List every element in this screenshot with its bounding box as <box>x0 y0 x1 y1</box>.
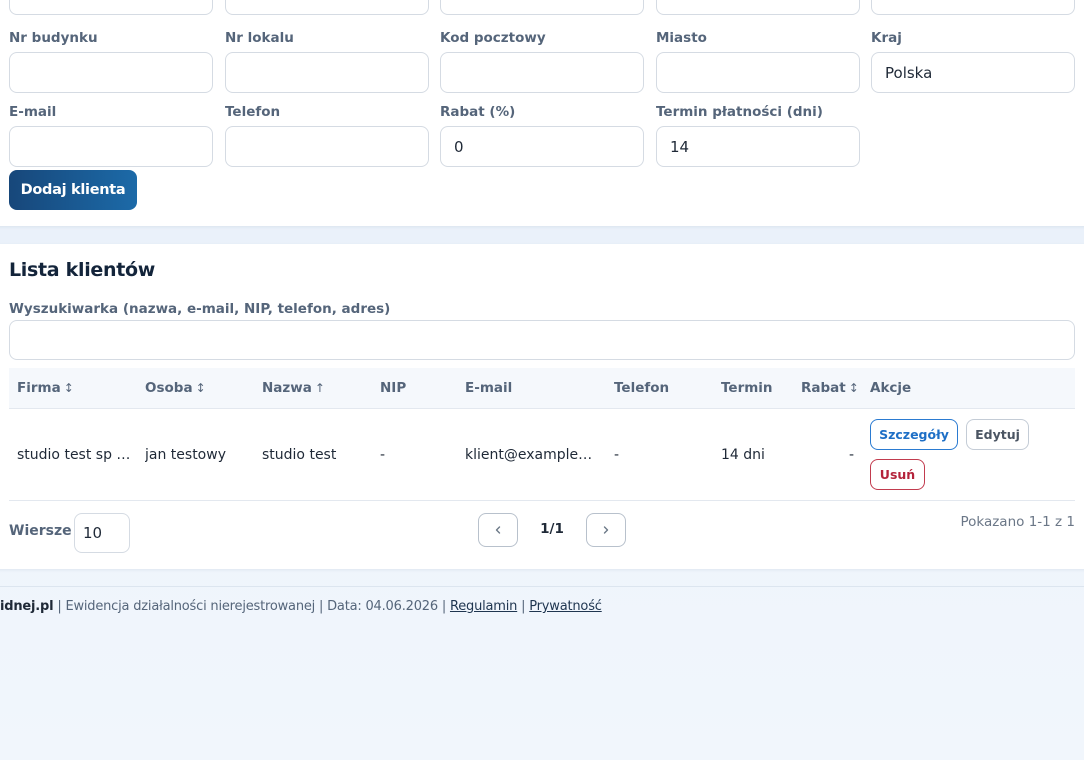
search-input[interactable] <box>9 320 1075 360</box>
client-list-title: Lista klientów <box>9 259 156 281</box>
cell-email: klient@example.com <box>465 447 595 463</box>
next-page-button[interactable] <box>586 513 626 547</box>
cell-company: studio test sp z o.o. <box>17 447 135 463</box>
postal-code-field-group: Kod pocztowy <box>440 29 644 93</box>
footer-separator: | <box>315 599 328 614</box>
footer-separator: | <box>517 599 530 614</box>
previous-row-input-2[interactable] <box>225 0 429 15</box>
building-number-field-group: Nr budynku <box>9 29 213 93</box>
footer-separator: | <box>437 599 450 614</box>
column-header-actions: Akcje <box>870 380 912 396</box>
terms-link[interactable]: Regulamin <box>450 599 517 614</box>
city-label: Miasto <box>656 30 707 46</box>
postal-code-input[interactable] <box>440 52 644 93</box>
discount-input[interactable] <box>440 126 644 167</box>
payment-term-field-group: Termin płatności (dni) <box>656 103 860 167</box>
page-indicator: 1/1 <box>540 521 564 537</box>
postal-code-label: Kod pocztowy <box>440 30 546 46</box>
building-number-input[interactable] <box>9 52 213 93</box>
column-header-discount[interactable]: Rabat ↕ <box>801 368 859 409</box>
email-input[interactable] <box>9 126 213 167</box>
footer: idnej.pl | Ewidencja działalności nierej… <box>0 599 602 614</box>
phone-label: Telefon <box>225 104 281 120</box>
footer-divider <box>0 586 1084 587</box>
previous-row-input-3[interactable] <box>440 0 644 15</box>
sort-both-icon: ↕ <box>195 381 206 395</box>
payment-term-label: Termin płatności (dni) <box>656 104 823 120</box>
cell-term: 14 dni <box>721 447 765 463</box>
previous-page-button[interactable] <box>478 513 518 547</box>
column-header-email: E-mail <box>465 380 513 396</box>
country-label: Kraj <box>871 30 902 46</box>
cell-phone: - <box>614 447 620 463</box>
country-field-group: Kraj <box>871 29 1075 93</box>
phone-input[interactable] <box>225 126 429 167</box>
delete-button[interactable]: Usuń <box>870 459 925 490</box>
cell-person: jan testowy <box>145 447 226 463</box>
building-number-label: Nr budynku <box>9 30 98 46</box>
table-row: studio test sp z o.o. jan testowy studio… <box>9 409 1075 501</box>
previous-row-input-5[interactable] <box>871 0 1075 15</box>
footer-description: Ewidencja działalności nierejestrowanej <box>65 599 316 614</box>
sort-both-icon: ↕ <box>63 381 74 395</box>
discount-field-group: Rabat (%) <box>440 103 644 167</box>
apartment-number-field-group: Nr lokalu <box>225 29 429 93</box>
sort-ascending-icon: ↑ <box>314 381 325 395</box>
privacy-link[interactable]: Prywatność <box>529 599 602 614</box>
column-header-phone: Telefon <box>614 380 670 396</box>
previous-row-input-1[interactable] <box>9 0 213 15</box>
search-label: Wyszukiwarka (nazwa, e-mail, NIP, telefo… <box>9 301 391 317</box>
column-header-person[interactable]: Osoba ↕ <box>145 368 206 409</box>
country-input[interactable] <box>871 52 1075 93</box>
column-header-company[interactable]: Firma ↕ <box>17 368 74 409</box>
edit-button[interactable]: Edytuj <box>966 419 1029 450</box>
phone-field-group: Telefon <box>225 103 429 167</box>
details-button[interactable]: Szczegóły <box>870 419 958 450</box>
apartment-number-input[interactable] <box>225 52 429 93</box>
footer-brand: idnej.pl <box>0 599 54 614</box>
rows-per-page-label: Wiersze <box>9 523 72 539</box>
email-field-group: E-mail <box>9 103 213 167</box>
chevron-right-icon <box>603 526 609 534</box>
rows-per-page-input[interactable] <box>74 513 130 553</box>
footer-date: Data: 04.06.2026 <box>327 599 438 614</box>
table-header: Firma ↕ Osoba ↕ Nazwa ↑ NIP E-mail Telefon … <box>9 368 1075 409</box>
sort-both-icon: ↕ <box>848 381 859 395</box>
email-label: E-mail <box>9 104 57 120</box>
column-header-name[interactable]: Nazwa ↑ <box>262 368 325 409</box>
previous-row-input-4[interactable] <box>656 0 860 15</box>
chevron-left-icon <box>495 526 501 534</box>
cell-name: studio test <box>262 447 337 463</box>
city-input[interactable] <box>656 52 860 93</box>
column-header-nip: NIP <box>380 380 407 396</box>
column-header-term: Termin <box>721 380 773 396</box>
apartment-number-label: Nr lokalu <box>225 30 294 46</box>
results-summary: Pokazano 1-1 z 1 <box>960 514 1075 530</box>
payment-term-input[interactable] <box>656 126 860 167</box>
city-field-group: Miasto <box>656 29 860 93</box>
add-client-button[interactable]: Dodaj klienta <box>9 170 137 210</box>
footer-separator: | <box>53 599 66 614</box>
cell-discount: - <box>848 447 854 463</box>
discount-label: Rabat (%) <box>440 104 516 120</box>
cell-nip: - <box>380 447 386 463</box>
